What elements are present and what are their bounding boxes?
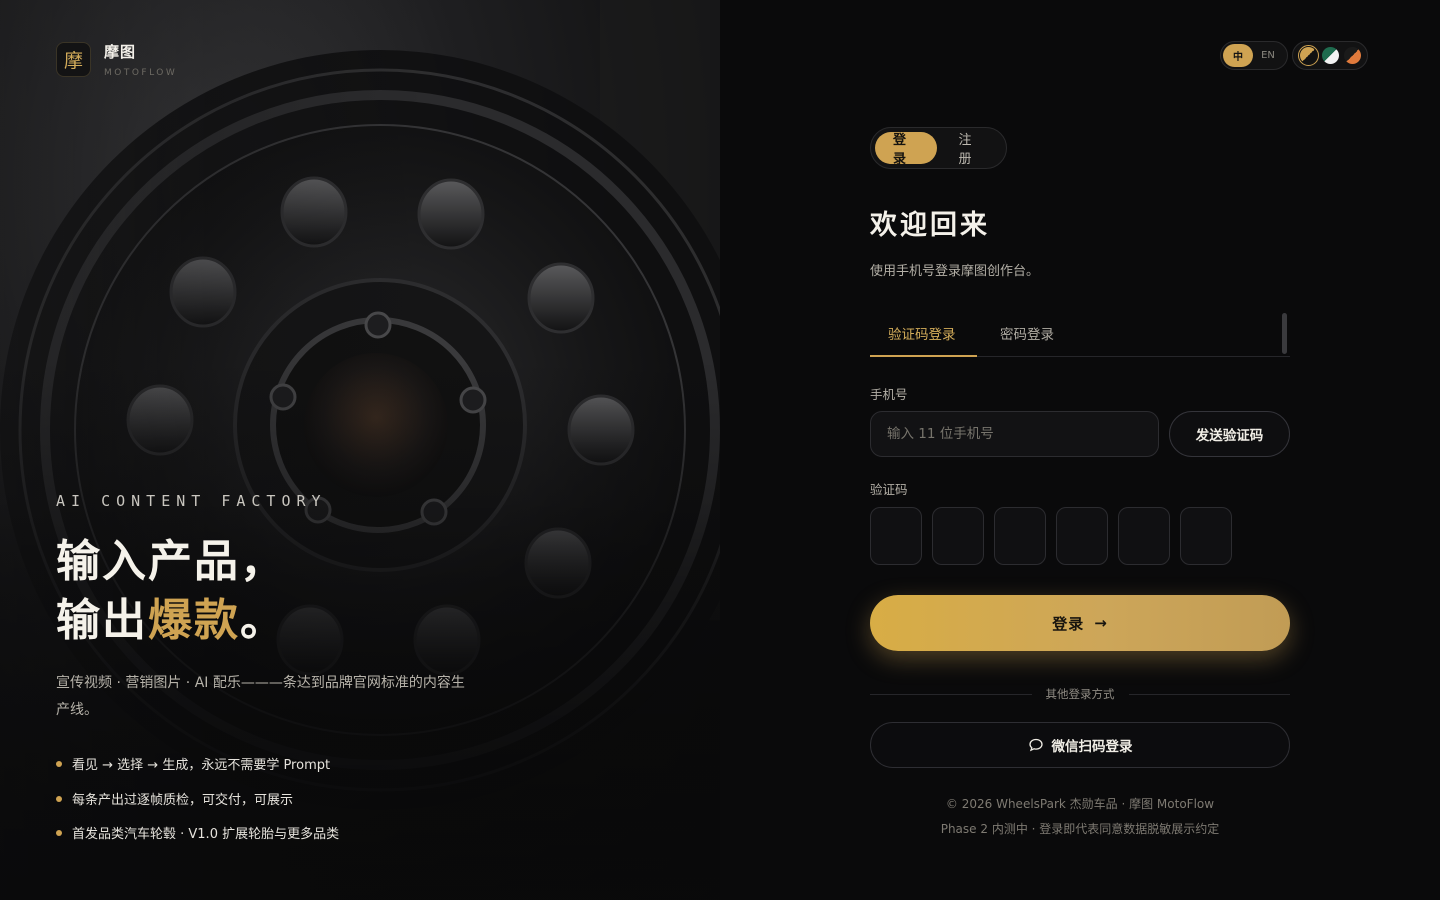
code-digit-input[interactable]	[1180, 507, 1232, 565]
feature-text: 首发品类汽车轮毂 · V1.0 扩展轮胎与更多品类	[72, 827, 340, 842]
hero-kicker: AI CONTENT FACTORY	[56, 492, 327, 510]
lang-zh-button[interactable]: 中	[1223, 44, 1253, 67]
bullet-dot-icon	[56, 761, 62, 767]
bullet-dot-icon	[56, 795, 62, 802]
tab-active-indicator	[870, 355, 977, 357]
feature-list: 看见 → 选择 → 生成，永远不需要学 Prompt 每条产出过逐帧质检，可交付…	[56, 751, 339, 855]
code-label: 验证码	[870, 482, 908, 497]
hero-headline: 输入产品， 输出爆款。	[56, 532, 286, 650]
code-digit-input[interactable]	[1118, 507, 1170, 565]
login-method-tabs: 验证码登录 密码登录	[870, 313, 1290, 357]
theme-dark-gold-icon[interactable]	[1297, 45, 1319, 66]
tab-sms-login[interactable]: 验证码登录	[888, 323, 956, 343]
login-mode-button[interactable]: 登录	[875, 132, 937, 167]
phone-input[interactable]	[870, 411, 1159, 457]
brand-name: 摩图	[104, 43, 137, 61]
form-subtitle: 使用手机号登录摩图创作台。	[870, 264, 1040, 279]
code-digit-input[interactable]	[870, 507, 922, 565]
hero-panel: 摩 摩图 MOTOFLOW AI CONTENT FACTORY 输入产品， 输…	[0, 0, 720, 900]
feature-text: 每条产出过逐帧质检，可交付，可展示	[72, 792, 294, 808]
hero-description: 宣传视频 · 营销图片 · AI 配乐———条达到品牌官网标准的内容生产线。	[56, 675, 465, 718]
tabs-scrollbar[interactable]	[1282, 313, 1287, 354]
theme-green-white-icon[interactable]	[1321, 47, 1339, 64]
headline-line-1: 输入产品，	[56, 536, 286, 587]
bullet-dot-icon	[56, 830, 62, 836]
divider-text: 其他登录方式	[1045, 687, 1115, 701]
tab-password-login[interactable]: 密码登录	[1000, 323, 1054, 343]
wechat-login-label: 微信扫码登录	[1051, 739, 1133, 755]
wechat-login-button[interactable]: 微信扫码登录	[870, 722, 1290, 768]
code-digit-input[interactable]	[994, 507, 1046, 565]
feature-item: 每条产出过逐帧质检，可交付，可展示	[56, 786, 339, 821]
form-title: 欢迎回来	[870, 210, 990, 241]
feature-item: 首发品类汽车轮毂 · V1.0 扩展轮胎与更多品类	[56, 820, 339, 855]
headline-prefix: 输出	[56, 595, 148, 646]
code-digit-input[interactable]	[1056, 507, 1108, 565]
code-digit-input[interactable]	[932, 507, 984, 565]
login-panel: 中 EN 登录 注册 欢迎回来 使用手机号登录摩图创作台。 验证码登录 密码登录…	[720, 0, 1440, 900]
auth-mode-switch: 登录 注册	[870, 127, 1007, 169]
lang-en-button[interactable]: EN	[1253, 44, 1283, 67]
login-submit-button[interactable]: 登录 →	[870, 595, 1290, 651]
copyright-text: © 2026 WheelsPark 杰勋车品 · 摩图 MotoFlow	[945, 797, 1215, 811]
headline-highlight: 爆款	[148, 595, 240, 646]
brand-mark-icon: 摩	[56, 42, 91, 77]
divider-line	[870, 693, 1032, 695]
phone-label: 手机号	[870, 387, 908, 402]
divider-line	[1128, 693, 1290, 695]
headline-line-2: 输出爆款。	[56, 591, 286, 650]
phase-notice-text: Phase 2 内测中 · 登录即代表同意数据脱敏展示约定	[940, 822, 1220, 836]
theme-switch	[1292, 41, 1368, 70]
send-code-button[interactable]: 发送验证码	[1169, 411, 1290, 457]
headline-suffix: 。	[240, 595, 286, 646]
brand-logo[interactable]: 摩 摩图 MOTOFLOW	[56, 41, 177, 78]
arrow-right-icon: →	[1094, 614, 1108, 632]
brand-subtitle: MOTOFLOW	[104, 68, 178, 78]
feature-text: 看见 → 选择 → 生成，永远不需要学 Prompt	[72, 758, 331, 773]
language-switch: 中 EN	[1220, 41, 1288, 70]
other-login-divider: 其他登录方式	[870, 686, 1290, 702]
submit-label: 登录	[1052, 614, 1085, 633]
chat-bubble-icon	[1028, 738, 1043, 752]
code-inputs	[870, 507, 1232, 565]
feature-item: 看见 → 选择 → 生成，永远不需要学 Prompt	[56, 751, 339, 786]
theme-orange-dark-icon[interactable]	[1343, 47, 1361, 64]
register-mode-button[interactable]: 注册	[941, 132, 1003, 167]
